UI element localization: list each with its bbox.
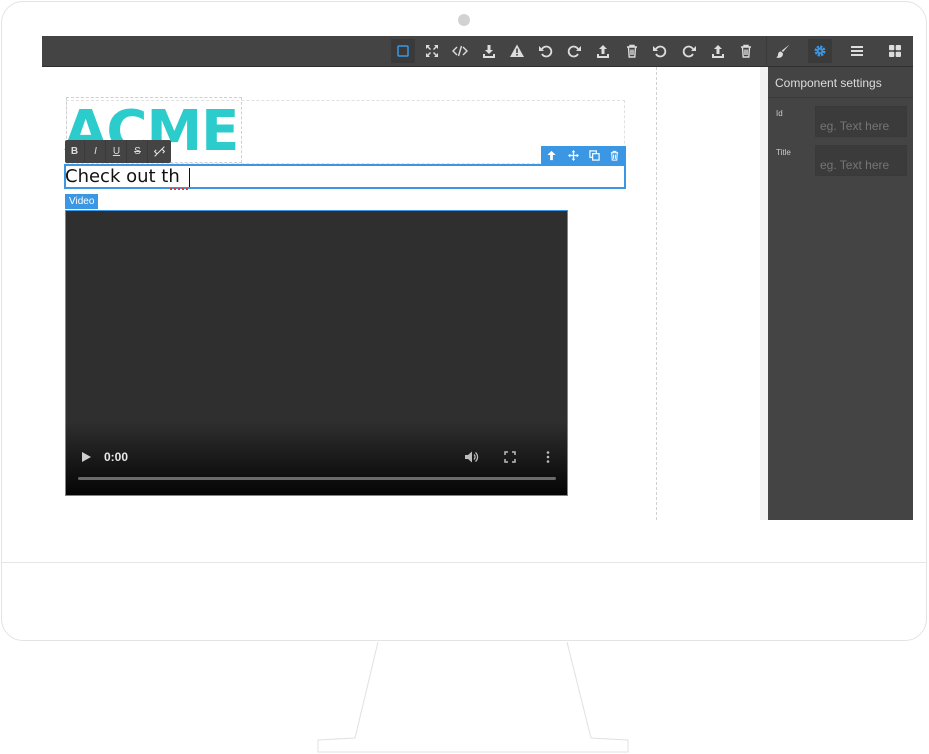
video-progress-bar[interactable]: [78, 477, 556, 480]
rich-text-toolbar: B I U S: [65, 140, 171, 163]
copy-icon: [588, 149, 600, 161]
trash-icon: [610, 150, 618, 161]
fullscreen-button[interactable]: [420, 39, 444, 63]
panel-title-divider: [768, 97, 913, 98]
editor-toolbar: [42, 36, 913, 67]
code-icon: [452, 45, 468, 57]
arrow-up-icon: [546, 150, 556, 160]
gear-icon: [814, 45, 826, 57]
canvas-scrollbar[interactable]: [760, 67, 768, 520]
redo-button[interactable]: [562, 39, 586, 63]
redo-icon: [567, 45, 581, 58]
square-outline-icon: [397, 45, 409, 57]
grid-icon: [889, 45, 901, 57]
expand-icon: [426, 45, 438, 57]
warning-icon: [510, 44, 524, 57]
move-icon: [567, 149, 579, 161]
delete-button[interactable]: [607, 148, 621, 162]
undo-button-2[interactable]: [648, 39, 672, 63]
strikethrough-button[interactable]: S: [128, 140, 148, 163]
trait-input-title[interactable]: [815, 145, 907, 176]
export-button[interactable]: [591, 39, 615, 63]
unlink-button[interactable]: [149, 140, 169, 163]
trait-label-title: Title: [776, 148, 791, 157]
paintbrush-icon: [776, 44, 790, 58]
import-button[interactable]: [477, 39, 501, 63]
warning-button[interactable]: [505, 39, 529, 63]
select-parent-button[interactable]: [544, 148, 558, 162]
toolbar-separator: [766, 36, 767, 67]
style-manager-button[interactable]: [771, 39, 795, 63]
blocks-button[interactable]: [883, 39, 907, 63]
more-options-icon[interactable]: [540, 449, 556, 465]
download-icon: [483, 45, 495, 58]
undo-icon: [539, 45, 553, 58]
clear-canvas-button-2[interactable]: [734, 39, 758, 63]
export-code-button[interactable]: [448, 39, 472, 63]
play-icon[interactable]: [78, 449, 94, 465]
sw-visibility-button[interactable]: [391, 39, 415, 63]
layer-manager-button[interactable]: [845, 39, 869, 63]
video-controls-gradient: [66, 421, 567, 495]
panel-title: Component settings: [775, 76, 882, 90]
upload-icon: [712, 45, 724, 58]
italic-button[interactable]: I: [86, 140, 106, 163]
unlink-icon: [153, 146, 165, 157]
text-content[interactable]: Check out th: [65, 165, 180, 189]
undo-icon: [653, 45, 667, 58]
upload-icon: [597, 45, 609, 58]
video-component[interactable]: 0:00: [65, 210, 568, 496]
redo-button-2[interactable]: [677, 39, 701, 63]
trait-input-id[interactable]: [815, 106, 907, 137]
volume-icon[interactable]: [463, 449, 479, 465]
video-time: 0:00: [104, 450, 129, 464]
video-component-badge: Video: [65, 194, 99, 209]
canvas-body-edge: [656, 67, 657, 520]
bars-icon: [851, 46, 863, 56]
export-button-2[interactable]: [706, 39, 730, 63]
trash-icon: [627, 44, 637, 58]
trash-icon: [741, 44, 751, 58]
trait-label-id: Id: [776, 109, 783, 118]
redo-icon: [682, 45, 696, 58]
fullscreen-icon[interactable]: [502, 449, 518, 465]
spellcheck-underline: [170, 186, 188, 190]
clear-canvas-button[interactable]: [620, 39, 644, 63]
move-button[interactable]: [566, 148, 580, 162]
clone-button[interactable]: [587, 148, 601, 162]
component-toolbar: [541, 146, 626, 164]
undo-button[interactable]: [534, 39, 558, 63]
bold-button[interactable]: B: [65, 140, 85, 163]
settings-button[interactable]: [808, 39, 832, 63]
underline-button[interactable]: U: [107, 140, 127, 163]
text-caret: [189, 168, 190, 187]
